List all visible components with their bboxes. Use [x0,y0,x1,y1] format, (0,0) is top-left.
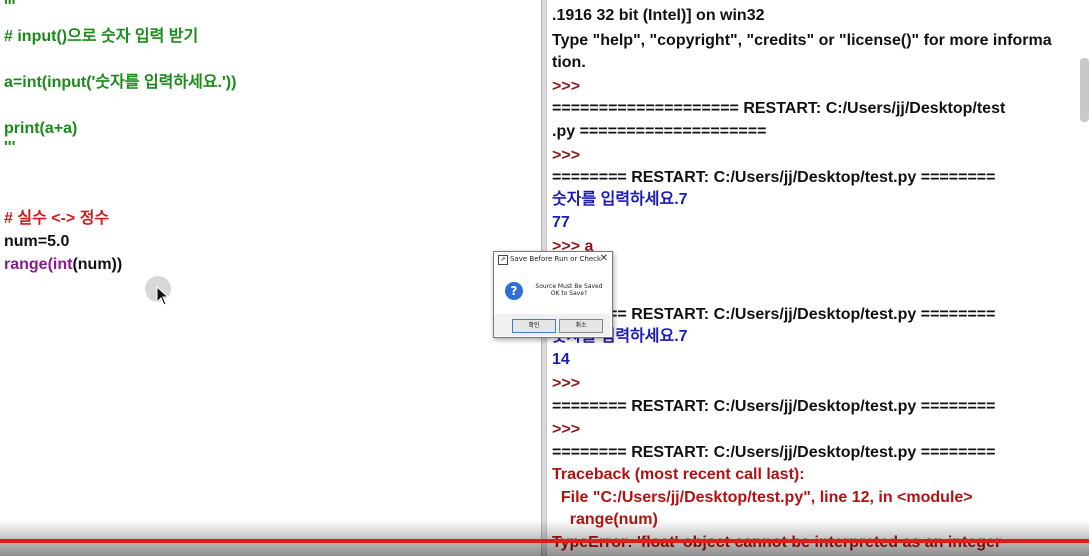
shell-line: tion. [552,54,586,71]
code-token: int [52,256,73,273]
code-token: (num)) [72,256,123,273]
dialog-message-line: Source Must Be Saved [535,283,603,290]
shell-line: ======== RESTART: C:/Users/jj/Desktop/te… [552,398,996,415]
code-line[interactable]: # 실수 <-> 정수 [4,208,109,230]
dialog-message: Source Must Be Saved OK to Save? [534,283,604,297]
dialog-body: ? Source Must Be Saved OK to Save? [494,266,610,317]
code-token: range( [4,256,53,273]
dialog-footer: 확인 취소 [494,314,610,336]
error-line: File "C:/Users/jj/Desktop/test.py", line… [552,489,973,506]
shell-prompt: >>> [552,375,585,392]
shell-line: .1916 32 bit (Intel)] on win32 [552,7,765,24]
code-line[interactable]: range(int(num)) [4,254,122,276]
shell-line: ======== RESTART: C:/Users/jj/Desktop/te… [552,306,996,323]
dialog-message-line: OK to Save? [550,290,588,297]
code-line[interactable]: num=5.0 [4,231,69,253]
save-before-run-dialog: ⇗ Save Before Run or Check ✕ ? Source Mu… [493,251,613,338]
error-line: range(num) [552,511,658,528]
shell-prompt: >>> [552,147,585,164]
app-icon: ⇗ [498,255,508,265]
code-line[interactable]: ''' [4,0,15,18]
shell-pane[interactable]: .1916 32 bit (Intel)] on win32 Type "hel… [547,0,1089,556]
ok-button[interactable]: 확인 [512,319,556,333]
mouse-pointer-icon [156,286,170,306]
shell-line: Type "help", "copyright", "credits" or "… [552,32,1052,49]
code-line[interactable]: ''' [4,137,15,159]
code-line[interactable]: a=int(input('숫자를 입력하세요.')) [4,72,236,94]
shell-prompt: >>> [552,78,585,95]
cancel-button[interactable]: 취소 [559,319,603,333]
question-icon: ? [505,282,523,300]
error-line: Traceback (most recent call last): [552,466,805,483]
shell-line: ==================== RESTART: C:/Users/j… [552,100,1006,117]
shell-line: ======== RESTART: C:/Users/jj/Desktop/te… [552,444,996,461]
error-line: TypeError: 'float' object cannot be inte… [552,532,1001,554]
shell-prompt: >>> [552,421,585,438]
code-line[interactable]: # input()으로 숫자 입력 받기 [4,26,198,48]
shell-output: 14 [552,351,570,368]
vertical-scrollbar[interactable] [1080,58,1089,122]
editor-pane[interactable]: ''' # input()으로 숫자 입력 받기 a=int(input('숫자… [0,0,541,556]
close-icon[interactable]: ✕ [600,253,608,264]
shell-output: 77 [552,214,570,231]
shell-line: ======== RESTART: C:/Users/jj/Desktop/te… [552,169,996,186]
dialog-title: Save Before Run or Check [510,255,602,263]
video-progress-bar[interactable] [0,539,1089,543]
shell-line: .py ==================== [552,123,767,140]
shell-output: 숫자를 입력하세요.7 [552,191,688,208]
